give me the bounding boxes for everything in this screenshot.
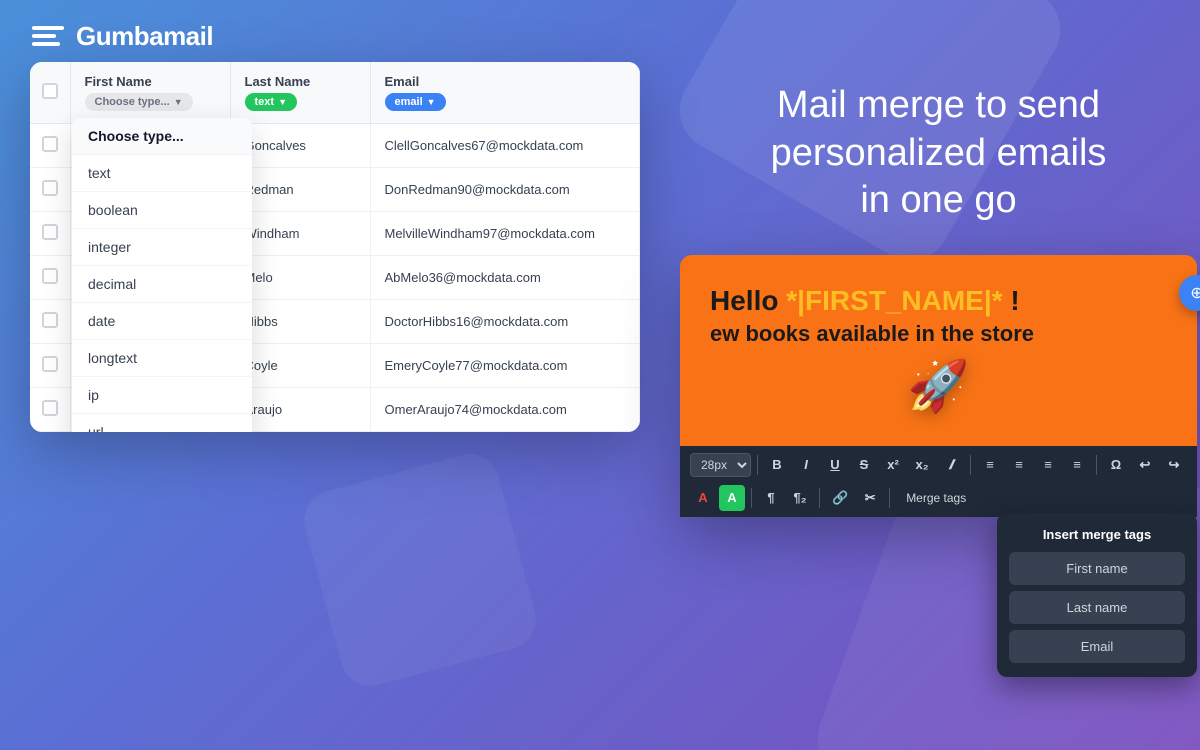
align-justify-button[interactable]: ≡: [1064, 452, 1090, 478]
toolbar-divider5: [819, 488, 820, 508]
header-checkbox[interactable]: [42, 83, 58, 99]
merge-tag-firstname: *|FIRST_NAME|*: [786, 285, 1002, 316]
redo-button[interactable]: ↪: [1161, 452, 1187, 478]
firstname-type-badge[interactable]: Choose type... ▼: [85, 93, 193, 111]
font-color-button[interactable]: A: [690, 485, 716, 511]
unlink-button[interactable]: ✂: [857, 485, 883, 511]
toolbar-divider2: [970, 455, 971, 475]
omega-button[interactable]: Ω: [1103, 452, 1129, 478]
dropdown-item-boolean[interactable]: boolean: [72, 192, 252, 229]
illustration: 🚀: [710, 347, 1167, 426]
email-cell: DoctorHibbs16@mockdata.com: [370, 300, 640, 344]
firstname-label: First Name: [85, 74, 216, 89]
strikethrough-button[interactable]: S: [851, 452, 877, 478]
dropdown-item-ip[interactable]: ip: [72, 377, 252, 414]
toolbar-row-2: A A ¶ ¶₂ 🔗 ✂ Merge tags: [690, 485, 1187, 511]
dropdown-item-integer[interactable]: integer: [72, 229, 252, 266]
headline-line1: Mail merge to send: [777, 84, 1100, 126]
toolbar-row-1: 28px B I U S x² x₂ 𝑰 ≡ ≡ ≡ ≡ Ω: [690, 452, 1187, 478]
editor-card: ⊕ Hello *|FIRST_NAME|* ! ew books availa…: [680, 255, 1197, 517]
drag-handle[interactable]: ⊕: [1179, 275, 1200, 311]
email-type-badge[interactable]: email ▼: [385, 93, 446, 111]
merge-tag-lastname-option[interactable]: Last name: [1009, 591, 1185, 624]
row-checkbox[interactable]: [42, 312, 58, 328]
email-badge-text: email: [395, 96, 423, 108]
merge-tag-email-option[interactable]: Email: [1009, 630, 1185, 663]
email-badge-arrow: ▼: [427, 97, 436, 107]
email-cell: MelvilleWindham97@mockdata.com: [370, 212, 640, 256]
subscript-button[interactable]: x₂: [909, 452, 935, 478]
merge-tags-panel: Insert merge tags First name Last name E…: [997, 513, 1197, 677]
toolbar-divider4: [751, 488, 752, 508]
firstname-badge-text: Choose type...: [95, 96, 170, 108]
toolbar-divider3: [1096, 455, 1097, 475]
merge-tags-button[interactable]: Merge tags: [896, 487, 976, 509]
merge-tags-title: Insert merge tags: [1009, 527, 1185, 542]
font-size-select[interactable]: 28px: [690, 453, 751, 477]
dropdown-item-text[interactable]: text: [72, 155, 252, 192]
main-content: First Name Choose type... ▼ Last Name te…: [0, 72, 1200, 750]
right-panel: Mail merge to send personalized emails i…: [680, 72, 1197, 750]
dropdown-item-longtext[interactable]: longtext: [72, 340, 252, 377]
dropdown-item-decimal[interactable]: decimal: [72, 266, 252, 303]
toolbar-divider: [757, 455, 758, 475]
row-checkbox[interactable]: [42, 268, 58, 284]
app-header: Gumbamail: [0, 0, 1200, 72]
spreadsheet-panel: First Name Choose type... ▼ Last Name te…: [30, 72, 640, 750]
row-checkbox[interactable]: [42, 180, 58, 196]
link-button[interactable]: 🔗: [826, 485, 854, 511]
headline-line3: in one go: [860, 179, 1016, 221]
email-cell: AbMelo36@mockdata.com: [370, 256, 640, 300]
italic2-button[interactable]: 𝑰: [938, 452, 964, 478]
editor-toolbar: 28px B I U S x² x₂ 𝑰 ≡ ≡ ≡ ≡ Ω: [680, 446, 1197, 517]
email-cell: OmerAraujo74@mockdata.com: [370, 388, 640, 432]
italic-button[interactable]: I: [793, 452, 819, 478]
bold-button[interactable]: B: [764, 452, 790, 478]
editor-headline: Hello *|FIRST_NAME|* !: [710, 285, 1167, 317]
email-cell: ClellGoncalves67@mockdata.com: [370, 124, 640, 168]
row-checkbox[interactable]: [42, 400, 58, 416]
undo-button[interactable]: ↩: [1132, 452, 1158, 478]
badge-dropdown-arrow: ▼: [174, 97, 183, 107]
lastname-badge-text: text: [255, 96, 275, 108]
highlight-button[interactable]: A: [719, 485, 745, 511]
email-label: Email: [385, 74, 626, 89]
lastname-badge-arrow: ▼: [278, 97, 287, 107]
row-checkbox[interactable]: [42, 224, 58, 240]
dropdown-item-url[interactable]: url: [72, 414, 252, 432]
underline-button[interactable]: U: [822, 452, 848, 478]
headline: Mail merge to send personalized emails i…: [680, 82, 1197, 225]
email-cell: EmeryCoyle77@mockdata.com: [370, 344, 640, 388]
toolbar-divider6: [889, 488, 890, 508]
superscript-button[interactable]: x²: [880, 452, 906, 478]
align-left-button[interactable]: ≡: [977, 452, 1003, 478]
dropdown-item-choose[interactable]: Choose type...: [72, 118, 252, 155]
align-center-button[interactable]: ≡: [1006, 452, 1032, 478]
type-dropdown-menu[interactable]: Choose type... text boolean integer deci…: [72, 118, 252, 432]
editor-body: ⊕ Hello *|FIRST_NAME|* ! ew books availa…: [680, 255, 1197, 446]
rocket-icon: 🚀: [907, 357, 969, 416]
dropdown-item-date[interactable]: date: [72, 303, 252, 340]
merge-tag-firstname-option[interactable]: First name: [1009, 552, 1185, 585]
logo-text: Gumbamail: [76, 21, 213, 52]
align-right-button[interactable]: ≡: [1035, 452, 1061, 478]
row-checkbox[interactable]: [42, 136, 58, 152]
spreadsheet-card: First Name Choose type... ▼ Last Name te…: [30, 62, 640, 432]
email-cell: DonRedman90@mockdata.com: [370, 168, 640, 212]
headline-line2: personalized emails: [771, 132, 1107, 174]
editor-subline: ew books available in the store: [710, 321, 1167, 347]
paragraph2-button[interactable]: ¶₂: [787, 485, 813, 511]
row-checkbox[interactable]: [42, 356, 58, 372]
lastname-type-badge[interactable]: text ▼: [245, 93, 297, 111]
paragraph-button[interactable]: ¶: [758, 485, 784, 511]
logo-icon: [30, 18, 66, 54]
lastname-label: Last Name: [245, 74, 356, 89]
